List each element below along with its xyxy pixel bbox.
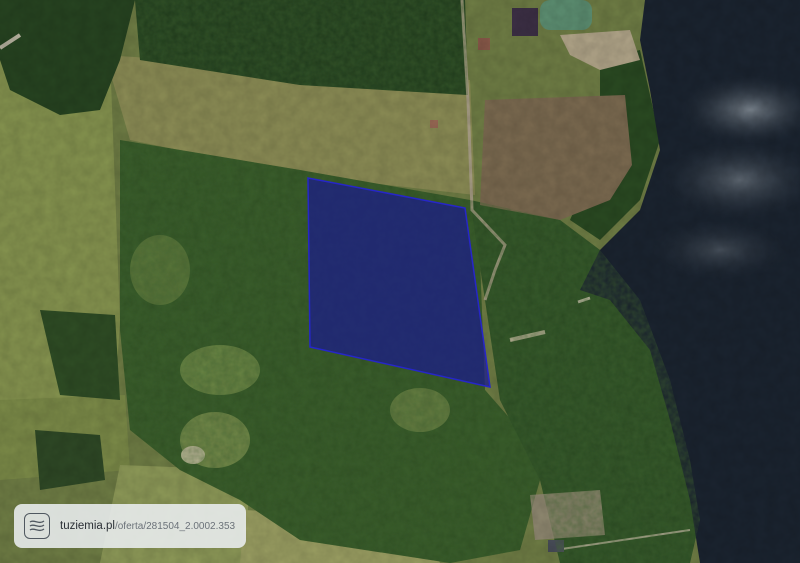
contour-map-logo-icon	[24, 513, 50, 539]
attribution-path: /oferta/281504_2.0002.353	[114, 521, 236, 532]
map-imagery	[0, 0, 800, 563]
satellite-map[interactable]: tuziemia.pl/oferta/281504_2.0002.353	[0, 0, 800, 563]
attribution-link[interactable]: tuziemia.pl/oferta/281504_2.0002.353	[60, 520, 235, 532]
attribution-domain: tuziemia.pl	[60, 520, 115, 532]
attribution-badge[interactable]: tuziemia.pl/oferta/281504_2.0002.353	[14, 504, 246, 548]
